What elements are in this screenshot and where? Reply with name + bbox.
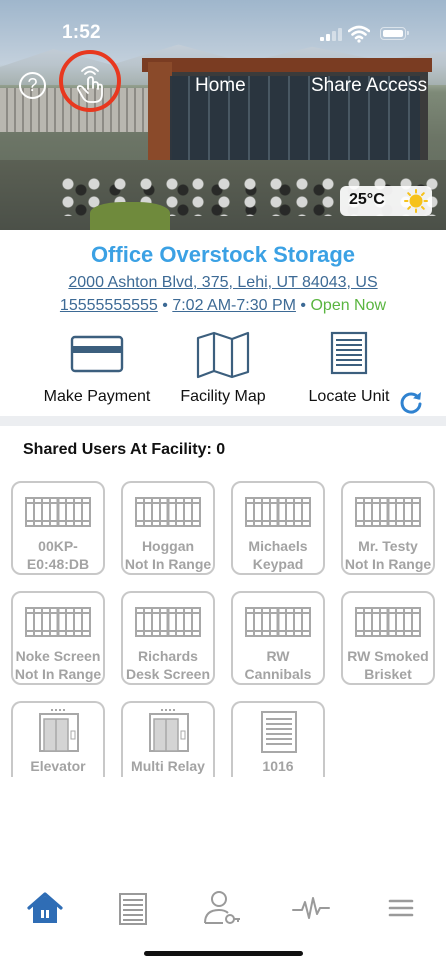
- device-name: Elevator: [30, 758, 86, 774]
- device-name: Michaels Keypad: [248, 538, 308, 572]
- make-payment-button[interactable]: Make Payment: [27, 330, 167, 410]
- facility-map-button[interactable]: Facility Map: [153, 330, 293, 410]
- separator: •: [162, 297, 168, 314]
- gate-icon: [25, 607, 91, 637]
- help-button[interactable]: ?: [19, 72, 46, 99]
- status-time: 1:52: [62, 22, 101, 43]
- separator: •: [300, 297, 307, 314]
- device-name: Mr. Testy: [358, 538, 418, 554]
- device-range-status-clipped: N t I R: [123, 681, 213, 683]
- facility-map-label: Facility Map: [180, 388, 266, 405]
- touch-hand-icon: [76, 66, 103, 103]
- unit-door-icon: [119, 893, 147, 925]
- facility-name: Office Overstock Storage: [90, 242, 356, 267]
- refresh-icon[interactable]: [398, 389, 424, 415]
- gate-icon: [245, 497, 311, 527]
- tab-menu[interactable]: [381, 888, 421, 928]
- device-name: 00KP-E0:48:DB: [26, 538, 90, 572]
- status-bar: 1:52: [0, 0, 446, 60]
- hamburger-menu-icon: [388, 899, 414, 917]
- bottom-tab-bar: [0, 880, 446, 936]
- activity-icon: [292, 897, 330, 919]
- gate-icon: [355, 607, 421, 637]
- cellular-signal-icon: [320, 28, 342, 41]
- device-range-status: Not In Range: [14, 666, 102, 682]
- battery-icon: [380, 27, 409, 40]
- gate-icon: [135, 607, 201, 637]
- shared-users-count: Shared Users At Facility: 0: [23, 441, 226, 458]
- unit-door-icon: [261, 711, 297, 753]
- device-range-status-clipped: N t I R: [13, 571, 103, 573]
- device-tile[interactable]: Elevator: [11, 701, 105, 777]
- facility-hours-link[interactable]: 7:02 AM-7:30 PM: [172, 297, 296, 314]
- device-range-status: Not In Range: [124, 556, 212, 572]
- device-tile[interactable]: RW Smoked BrisketN t I R: [341, 591, 435, 685]
- home-indicator: [144, 951, 303, 956]
- device-tile[interactable]: Richards Desk ScreenN t I R: [121, 591, 215, 685]
- home-icon: [27, 892, 63, 923]
- wifi-icon: [348, 25, 370, 43]
- sun-icon: [404, 189, 428, 213]
- device-tile[interactable]: Mr. Testy Not In Range: [341, 481, 435, 575]
- tab-activity[interactable]: [291, 888, 331, 928]
- device-range-status-clipped: N t I R: [343, 681, 433, 683]
- device-tile[interactable]: Noke Screen Not In Range: [11, 591, 105, 685]
- device-name: Multi Relay: [131, 758, 205, 774]
- device-name: Richards Desk Screen: [125, 648, 211, 682]
- gate-icon: [25, 497, 91, 527]
- credit-card-icon: [70, 335, 124, 373]
- gate-icon: [245, 607, 311, 637]
- device-range-status-clipped: N t I R: [233, 681, 323, 683]
- elevator-icon: [39, 709, 79, 752]
- nav-share-access-link[interactable]: Share Access: [311, 75, 427, 97]
- app-screen: 1:52 ? Home Share Access 25°C Office Ove…: [0, 0, 446, 966]
- open-status: Open Now: [310, 297, 387, 314]
- facility-contact-line: 15555555555 • 7:02 AM-7:30 PM • Open Now: [0, 297, 446, 315]
- gate-icon: [135, 497, 201, 527]
- unit-door-icon: [330, 331, 368, 375]
- map-icon: [196, 331, 250, 379]
- device-name: Noke Screen: [15, 648, 101, 664]
- weather-badge: 25°C: [340, 186, 432, 216]
- tab-account[interactable]: [201, 888, 241, 928]
- facility-address-link[interactable]: 2000 Ashton Blvd, 375, Lehi, UT 84043, U…: [0, 274, 446, 292]
- make-payment-label: Make Payment: [43, 388, 151, 405]
- section-divider: [0, 416, 446, 426]
- weather-temperature: 25°C: [349, 191, 385, 208]
- device-name: 1016: [262, 758, 294, 774]
- device-tile[interactable]: Hoggan Not In Range: [121, 481, 215, 575]
- device-tile[interactable]: Michaels KeypadN t I R: [231, 481, 325, 575]
- device-tile[interactable]: 1016: [231, 701, 325, 777]
- device-range-status: Not In Range: [344, 556, 432, 572]
- elevator-icon: [149, 709, 189, 752]
- facility-phone-link[interactable]: 15555555555: [60, 297, 158, 314]
- user-key-icon: [204, 891, 240, 924]
- gate-icon: [355, 497, 421, 527]
- device-name: Hoggan: [141, 538, 195, 554]
- nav-home-link[interactable]: Home: [195, 75, 246, 97]
- device-tile[interactable]: Multi Relay: [121, 701, 215, 777]
- device-tile[interactable]: 00KP-E0:48:DBN t I R: [11, 481, 105, 575]
- tab-units[interactable]: [113, 888, 153, 928]
- tab-home[interactable]: [25, 888, 65, 928]
- device-range-status-clipped: N t I R: [233, 571, 323, 573]
- device-tile[interactable]: RW CannibalsN t I R: [231, 591, 325, 685]
- touch-access-button[interactable]: [59, 50, 121, 112]
- device-name: RW Cannibals: [244, 648, 312, 682]
- device-name: RW Smoked Brisket: [347, 648, 429, 682]
